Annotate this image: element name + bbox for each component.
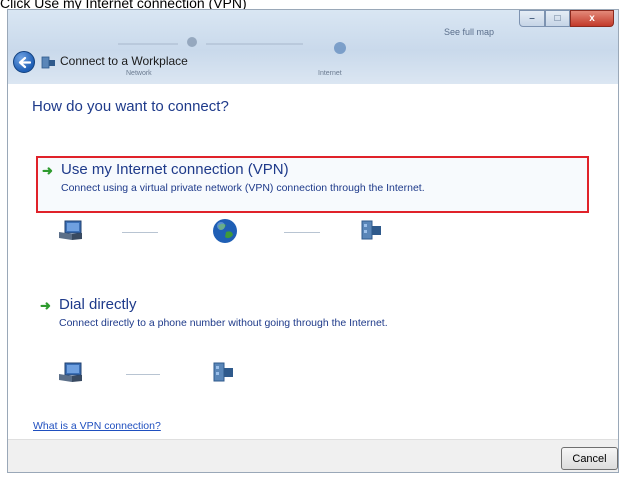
connection-line <box>122 232 158 233</box>
vpn-connection-diagram <box>58 218 438 248</box>
close-button[interactable]: x <box>570 10 614 27</box>
cancel-button[interactable]: Cancel <box>561 447 618 470</box>
title-bar: See full map Network Internet – □ x Conn… <box>8 10 618 84</box>
option-title: Dial directly <box>59 296 137 313</box>
network-map-icon <box>118 37 346 54</box>
minimize-button[interactable]: – <box>519 10 545 27</box>
option-use-internet-vpn[interactable]: ➜ Use my Internet connection (VPN) Conne… <box>36 156 589 213</box>
window-title: Connect to a Workplace <box>60 54 188 68</box>
arrow-icon: ➜ <box>42 163 53 178</box>
connection-line <box>284 232 320 233</box>
workplace-icon <box>361 220 381 240</box>
back-icon <box>18 56 31 69</box>
option-description: Connect using a virtual private network … <box>61 182 425 194</box>
option-dial-directly[interactable]: ➜ Dial directly Connect directly to a ph… <box>36 293 589 341</box>
dial-connection-diagram <box>58 360 278 390</box>
connection-line <box>126 374 160 375</box>
dialog-footer <box>8 439 618 472</box>
option-description: Connect directly to a phone number witho… <box>59 317 388 329</box>
page-heading: How do you want to connect? <box>32 98 229 115</box>
globe-icon <box>213 219 237 243</box>
network-label: Network <box>126 70 152 77</box>
option-title: Use my Internet connection (VPN) <box>61 161 289 178</box>
see-full-map-link[interactable]: See full map <box>444 27 494 37</box>
connect-to-workplace-window: See full map Network Internet – □ x Conn… <box>7 9 619 473</box>
workplace-icon <box>41 56 55 69</box>
maximize-button[interactable]: □ <box>545 10 570 27</box>
arrow-icon: ➜ <box>40 298 51 313</box>
computer-icon <box>59 220 82 240</box>
back-button[interactable] <box>13 51 35 73</box>
internet-label: Internet <box>318 70 342 77</box>
workplace-icon <box>213 362 233 382</box>
window-controls: – □ x <box>519 10 614 27</box>
computer-icon <box>59 362 82 382</box>
what-is-vpn-link[interactable]: What is a VPN connection? <box>33 420 161 432</box>
